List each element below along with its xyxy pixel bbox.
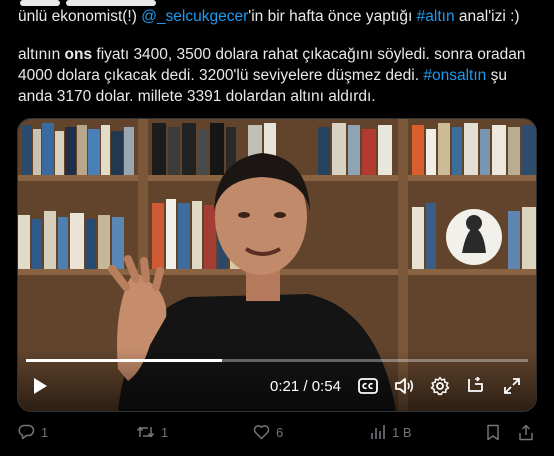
retweet-button[interactable]: 1 <box>136 424 168 440</box>
video-progress-fill <box>26 359 222 362</box>
views-icon <box>371 425 385 439</box>
text-segment: 'in bir hafta önce yaptığı <box>248 8 417 25</box>
time-separator: / <box>299 378 312 395</box>
books-top-right <box>412 123 536 175</box>
views-count: 1 B <box>392 424 412 440</box>
reply-icon <box>18 424 35 440</box>
text-segment: ünlü ekonomist(!) <box>18 8 142 25</box>
hashtag-link-altin[interactable]: #altın <box>417 8 455 25</box>
mention-link[interactable]: @_selcukgecer <box>141 8 248 25</box>
text-segment: altının <box>18 46 65 63</box>
views-button[interactable]: 1 B <box>370 424 412 440</box>
like-button[interactable]: 6 <box>253 424 283 440</box>
video-progress-bar[interactable] <box>26 359 528 362</box>
fullscreen-icon[interactable] <box>500 373 524 399</box>
tweet-text: ünlü ekonomist(!) @_selcukgecer'in bir h… <box>18 6 538 124</box>
tweet-line-1: ünlü ekonomist(!) @_selcukgecer'in bir h… <box>18 6 538 27</box>
play-icon[interactable] <box>28 373 52 399</box>
video-player[interactable]: 0:21 / 0:54 <box>17 118 537 412</box>
gear-icon[interactable] <box>428 373 452 399</box>
reply-count: 1 <box>41 424 49 440</box>
books-mid-right <box>412 203 536 269</box>
heart-icon <box>253 425 270 440</box>
picture-in-picture-icon[interactable] <box>464 373 488 399</box>
tweet-actions: 1 1 6 1 B <box>0 420 554 446</box>
tweet-paragraph-2: altının ons fiyatı 3400, 3500 dolara rah… <box>18 44 538 107</box>
bookmark-button[interactable] <box>486 424 500 441</box>
retweet-count: 1 <box>161 424 169 440</box>
text-segment: anal'izi :) <box>454 8 520 25</box>
hashtag-link-onsaltin[interactable]: #onsaltın <box>423 67 486 84</box>
bold-text: ons <box>64 46 93 63</box>
retweet-icon <box>136 426 155 438</box>
books-mid-left <box>18 211 124 269</box>
like-count: 6 <box>276 424 284 440</box>
share-button[interactable] <box>518 424 534 441</box>
clipped-header <box>20 0 200 6</box>
reply-button[interactable]: 1 <box>18 424 48 440</box>
video-time: 0:21 / 0:54 <box>270 378 341 395</box>
captions-icon[interactable] <box>356 373 380 399</box>
time-total: 0:54 <box>311 378 341 395</box>
video-controls: 0:21 / 0:54 <box>18 365 536 411</box>
time-current: 0:21 <box>270 378 300 395</box>
share-icon <box>519 424 533 441</box>
volume-icon[interactable] <box>392 373 416 399</box>
bookmark-icon <box>487 424 499 441</box>
